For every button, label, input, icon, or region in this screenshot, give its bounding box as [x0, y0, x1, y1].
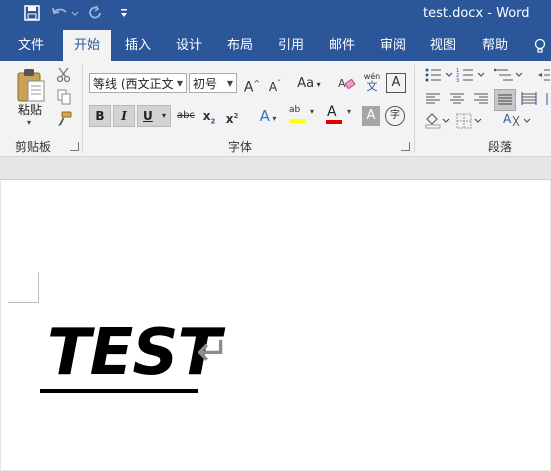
save-icon[interactable] [22, 5, 42, 25]
tab-references[interactable]: 引用 [268, 30, 314, 61]
tab-review[interactable]: 审阅 [370, 30, 416, 61]
justify-icon[interactable] [494, 89, 516, 111]
superscript-button[interactable]: x2 [223, 106, 241, 126]
text-effects-icon: A [259, 107, 270, 125]
borders-icon[interactable] [456, 113, 484, 133]
tab-home[interactable]: 开始 [63, 30, 111, 61]
font-color-button[interactable]: A ▾ [325, 105, 355, 129]
cut-icon[interactable] [54, 67, 74, 87]
character-shading-button[interactable]: A [362, 106, 380, 126]
text-underline [40, 389, 198, 393]
font-size-select[interactable]: 初号 ▼ [189, 73, 237, 93]
change-case-icon: Aa [297, 76, 315, 91]
change-case-button[interactable]: Aa ▾ [294, 74, 324, 94]
multilevel-list-icon[interactable] [493, 67, 524, 87]
shrink-font-button[interactable]: Aˇ [266, 74, 284, 94]
undo-icon[interactable] [50, 5, 80, 25]
document-title: test.docx - Word [423, 6, 530, 21]
text-effects-button[interactable]: A ▾ [253, 106, 283, 126]
svg-text:A: A [503, 113, 512, 126]
tab-layout[interactable]: 布局 [218, 30, 262, 61]
highlight-icon: ab [289, 105, 301, 115]
paragraph-mark-icon: ↵ [196, 329, 230, 375]
tab-file[interactable]: 文件 [8, 30, 54, 61]
customize-qat-icon[interactable] [114, 5, 134, 25]
clipboard-launcher-icon[interactable] [70, 142, 79, 151]
character-shading-icon: A [366, 108, 376, 123]
strikethrough-button[interactable]: abc [174, 106, 198, 126]
shrink-font-icon: A [268, 80, 278, 94]
font-group-label: 字体 [228, 140, 253, 154]
font-name-value: 等线 (西文正文 [93, 77, 174, 91]
paste-dropdown-icon[interactable]: ▾ [27, 118, 31, 127]
subscript-button[interactable]: x2 [200, 106, 218, 126]
bullets-icon[interactable] [424, 67, 454, 87]
tab-insert[interactable]: 插入 [116, 30, 160, 61]
paste-label[interactable]: 粘贴 [18, 101, 42, 118]
chevron-down-icon: ▼ [226, 79, 233, 88]
bold-button[interactable]: B [89, 105, 111, 127]
title-bar: test.docx - Word [0, 0, 551, 30]
italic-button[interactable]: I [113, 105, 135, 127]
sort-icon[interactable]: A [502, 112, 532, 133]
italic-icon: I [121, 109, 127, 123]
phonetic-guide-button[interactable]: wén 文 [361, 72, 383, 92]
chevron-down-icon: ▼ [176, 79, 183, 88]
strikethrough-icon: abc [177, 110, 195, 121]
font-launcher-icon[interactable] [401, 142, 410, 151]
ruler-gap [0, 157, 551, 180]
align-center-icon[interactable] [448, 91, 466, 111]
paragraph-group-label: 段落 [488, 140, 513, 154]
document-body-text[interactable]: TEST [47, 316, 221, 390]
group-divider [82, 65, 83, 153]
highlight-button[interactable]: ab ▾ [289, 105, 319, 129]
grow-font-button[interactable]: A^ [243, 74, 261, 96]
grow-font-icon: A [243, 79, 254, 96]
highlight-color-swatch [290, 119, 306, 123]
line-spacing-icon[interactable] [544, 91, 551, 111]
margin-corner-mark [38, 272, 39, 303]
distributed-icon[interactable] [520, 91, 538, 111]
copy-icon[interactable] [54, 89, 74, 109]
bold-icon: B [95, 109, 105, 123]
ribbon: 粘贴 ▾ 剪贴板 等线 (西文正文 ▼ 初号 ▼ A^ Aˇ Aa ▾ A wé… [0, 61, 551, 157]
redo-icon[interactable] [86, 5, 106, 25]
tab-help[interactable]: 帮助 [472, 30, 518, 61]
enclosed-character-icon: 字 [390, 110, 400, 121]
align-left-icon[interactable] [424, 91, 442, 111]
shading-icon[interactable] [424, 113, 452, 133]
font-size-value: 初号 [193, 77, 218, 91]
ribbon-tabs: 文件 开始 插入 设计 布局 引用 邮件 审阅 视图 帮助 [0, 30, 551, 61]
svg-text:A: A [338, 77, 346, 90]
numbering-icon[interactable]: 123 [456, 67, 486, 87]
character-border-icon: A [391, 75, 401, 90]
align-right-icon[interactable] [472, 91, 490, 111]
tab-mailings[interactable]: 邮件 [320, 30, 364, 61]
character-border-button[interactable]: A [386, 73, 406, 93]
svg-text:3: 3 [456, 78, 459, 83]
margin-corner-mark [8, 302, 39, 303]
font-name-select[interactable]: 等线 (西文正文 ▼ [89, 73, 187, 93]
group-divider [414, 65, 415, 153]
enclosed-character-button[interactable]: 字 [385, 106, 405, 126]
decrease-indent-icon[interactable] [536, 67, 550, 87]
font-color-swatch [326, 120, 342, 124]
clipboard-group-label: 剪贴板 [15, 140, 52, 154]
format-painter-icon[interactable] [54, 111, 74, 131]
lightbulb-icon[interactable] [530, 30, 550, 61]
underline-button[interactable]: U ▾ [137, 105, 171, 127]
clear-formatting-icon[interactable]: A [338, 74, 356, 94]
underline-icon: U [143, 109, 153, 123]
phonetic-char: 文 [366, 80, 378, 93]
tab-view[interactable]: 视图 [420, 30, 466, 61]
tab-design[interactable]: 设计 [166, 30, 212, 61]
